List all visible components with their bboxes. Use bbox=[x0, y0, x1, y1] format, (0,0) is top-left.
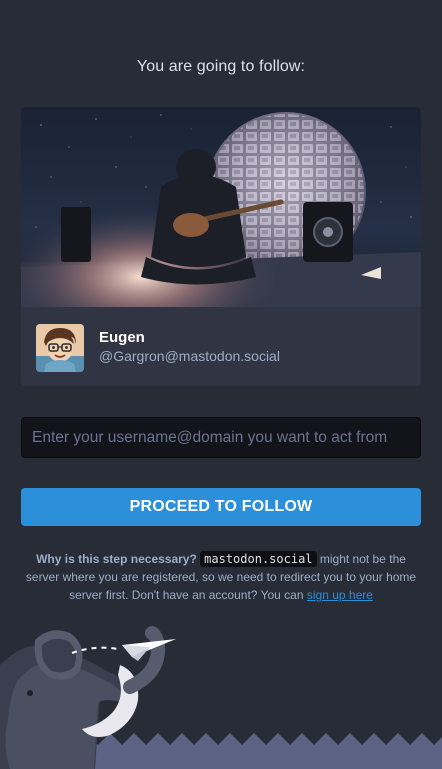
hint-text: Why is this step necessary? mastodon.soc… bbox=[20, 550, 422, 604]
elephant-mascot-icon bbox=[0, 626, 442, 769]
account-info: Eugen @Gargron@mastodon.social bbox=[21, 307, 421, 386]
account-handle: @Gargron@mastodon.social bbox=[99, 348, 280, 364]
proceed-to-follow-button[interactable]: PROCEED TO FOLLOW bbox=[21, 488, 421, 526]
account-card: Eugen @Gargron@mastodon.social bbox=[21, 107, 421, 386]
signup-link[interactable]: sign up here bbox=[307, 588, 373, 602]
account-display-name: Eugen bbox=[99, 329, 145, 346]
acct-input[interactable] bbox=[21, 417, 421, 458]
hint-domain: mastodon.social bbox=[200, 551, 317, 567]
page-heading: You are going to follow: bbox=[136, 58, 306, 75]
account-header-image bbox=[21, 107, 421, 307]
account-avatar bbox=[36, 324, 84, 372]
hint-prefix: Why is this step necessary? bbox=[36, 552, 197, 566]
